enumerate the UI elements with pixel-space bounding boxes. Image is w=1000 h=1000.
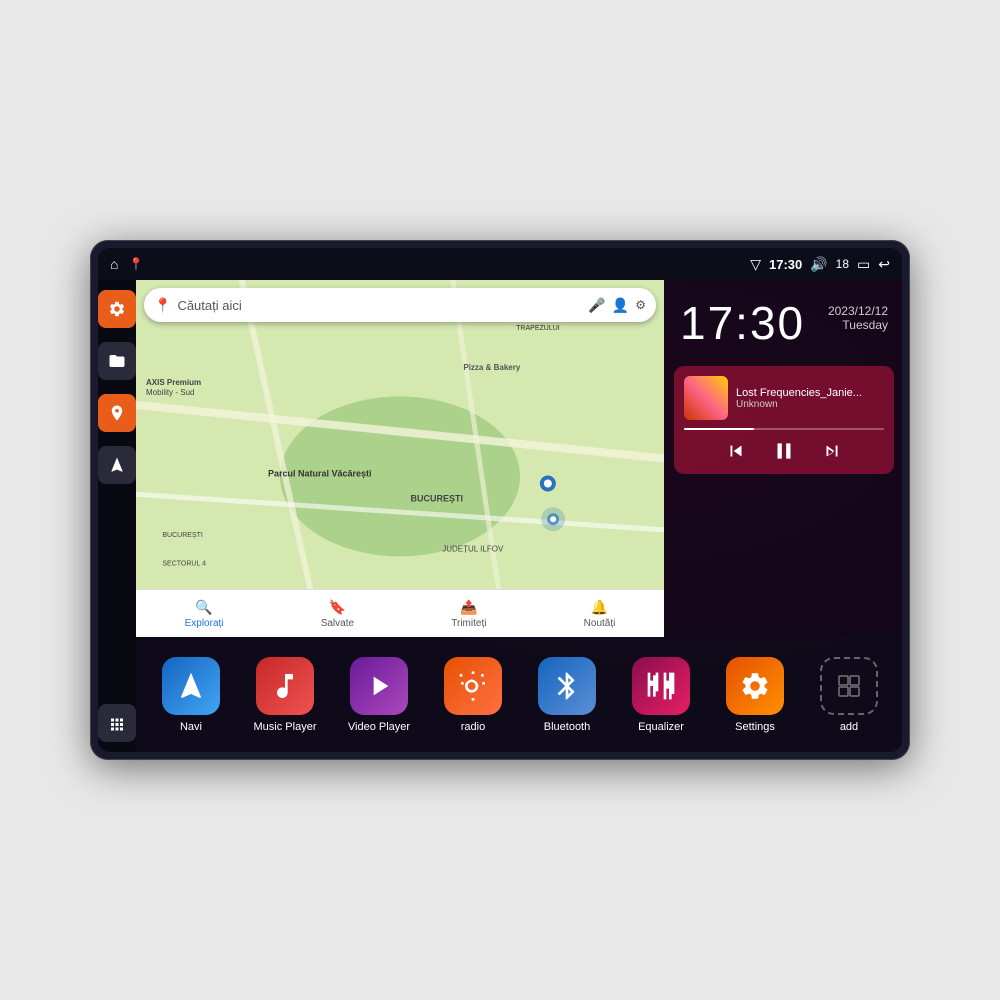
right-panel: 17:30 2023/12/12 Tuesday	[664, 280, 902, 637]
add-icon-img	[820, 657, 878, 715]
svg-text:BUCUREȘTI: BUCUREȘTI	[411, 493, 464, 503]
day-value: Tuesday	[828, 318, 888, 332]
equalizer-label: Equalizer	[638, 721, 684, 733]
sidebar-settings-btn[interactable]	[98, 290, 136, 328]
navi-icon-img	[162, 657, 220, 715]
app-radio[interactable]: radio	[428, 657, 518, 733]
volume-icon: 🔊	[810, 256, 827, 273]
news-icon: 🔔	[591, 599, 608, 616]
clock-area: 17:30 2023/12/12 Tuesday	[664, 280, 902, 366]
clock-time: 17:30	[680, 296, 805, 350]
news-label: Noutăți	[584, 618, 616, 629]
svg-text:BUCUREȘTI: BUCUREȘTI	[162, 532, 203, 539]
svg-text:JUDEȚUL ILFOV: JUDEȚUL ILFOV	[442, 544, 504, 553]
map-panel[interactable]: AXIS Premium Mobility - Sud Pizza & Bake…	[136, 280, 664, 637]
battery-level: 18	[836, 257, 849, 271]
navi-label: Navi	[180, 721, 202, 733]
app-video-player[interactable]: Video Player	[334, 657, 424, 733]
saved-label: Salvate	[321, 618, 354, 629]
settings-icon-img	[726, 657, 784, 715]
search-placeholder: Căutați aici	[177, 298, 582, 313]
eq-icon-img	[632, 657, 690, 715]
radio-label: radio	[461, 721, 485, 733]
app-navi[interactable]: Navi	[146, 657, 236, 733]
app-add[interactable]: add	[804, 657, 894, 733]
music-progress-bar[interactable]	[684, 428, 884, 430]
wifi-icon: ▽	[750, 256, 761, 273]
device: ⌂ 📍 ▽ 17:30 🔊 18 ▭ ↩	[90, 240, 910, 760]
bt-icon-img	[538, 657, 596, 715]
music-artist: Unknown	[736, 399, 884, 410]
explore-label: Explorați	[185, 618, 224, 629]
saved-icon: 🔖	[329, 599, 346, 616]
map-nav-send[interactable]: 📤 Trimiteți	[451, 599, 486, 629]
music-track-row: Lost Frequencies_Janie... Unknown	[684, 376, 884, 420]
clock-date: 2023/12/12 Tuesday	[828, 296, 888, 332]
next-button[interactable]	[821, 440, 843, 462]
status-right: ▽ 17:30 🔊 18 ▭ ↩	[750, 256, 890, 273]
app-music-player[interactable]: Music Player	[240, 657, 330, 733]
status-time: 17:30	[769, 257, 802, 272]
app-settings[interactable]: Settings	[710, 657, 800, 733]
google-maps-pin-icon: 📍	[154, 297, 171, 314]
album-art-image	[684, 376, 728, 420]
main-content: AXIS Premium Mobility - Sud Pizza & Bake…	[98, 280, 902, 752]
bluetooth-label: Bluetooth	[544, 721, 590, 733]
map-nav-saved[interactable]: 🔖 Salvate	[321, 599, 354, 629]
center-area: AXIS Premium Mobility - Sud Pizza & Bake…	[136, 280, 902, 752]
add-label: add	[840, 721, 858, 733]
svg-text:AXIS Premium: AXIS Premium	[146, 378, 201, 387]
sidebar-nav-btn[interactable]	[98, 446, 136, 484]
svg-text:SECTORUL 4: SECTORUL 4	[162, 561, 206, 568]
map-nav-news[interactable]: 🔔 Noutăți	[584, 599, 616, 629]
music-title: Lost Frequencies_Janie...	[736, 387, 884, 399]
map-bottom-bar: 🔍 Explorați 🔖 Salvate 📤 Trimiteți	[136, 589, 664, 637]
status-left: ⌂ 📍	[110, 256, 143, 272]
video-icon-img	[350, 657, 408, 715]
svg-text:Pizza & Bakery: Pizza & Bakery	[463, 363, 520, 372]
explore-icon: 🔍	[195, 599, 212, 616]
music-player-label: Music Player	[254, 721, 317, 733]
screen: ⌂ 📍 ▽ 17:30 🔊 18 ▭ ↩	[98, 248, 902, 752]
music-icon-img	[256, 657, 314, 715]
svg-text:Parcul Natural Văcărești: Parcul Natural Văcărești	[268, 468, 372, 478]
settings-map-icon[interactable]: ⚙	[635, 298, 646, 312]
album-art	[684, 376, 728, 420]
music-controls	[684, 438, 884, 464]
svg-text:Mobility - Sud: Mobility - Sud	[146, 388, 194, 397]
music-info: Lost Frequencies_Janie... Unknown	[736, 387, 884, 410]
date-value: 2023/12/12	[828, 304, 888, 318]
settings-label: Settings	[735, 721, 775, 733]
video-player-label: Video Player	[348, 721, 410, 733]
mic-icon[interactable]: 🎤	[588, 297, 605, 314]
music-progress-fill	[684, 428, 754, 430]
sidebar	[98, 280, 136, 752]
back-icon[interactable]: ↩	[878, 256, 890, 273]
top-panels: AXIS Premium Mobility - Sud Pizza & Bake…	[136, 280, 902, 637]
send-label: Trimiteți	[451, 618, 486, 629]
sidebar-grid-btn[interactable]	[98, 704, 136, 742]
status-bar: ⌂ 📍 ▽ 17:30 🔊 18 ▭ ↩	[98, 248, 902, 280]
account-icon[interactable]: 👤	[612, 297, 629, 314]
music-widget: Lost Frequencies_Janie... Unknown	[674, 366, 894, 474]
sidebar-map-btn[interactable]	[98, 394, 136, 432]
map-nav-explore[interactable]: 🔍 Explorați	[185, 599, 224, 629]
app-grid-bar: Navi Music Player	[136, 637, 902, 752]
send-icon: 📤	[460, 599, 477, 616]
map-search-bar[interactable]: 📍 Căutați aici 🎤 👤 ⚙	[144, 288, 656, 322]
sidebar-files-btn[interactable]	[98, 342, 136, 380]
battery-icon: ▭	[857, 256, 870, 273]
maps-status-icon[interactable]: 📍	[128, 257, 143, 271]
home-icon[interactable]: ⌂	[110, 256, 118, 272]
app-bluetooth[interactable]: Bluetooth	[522, 657, 612, 733]
radio-icon-img	[444, 657, 502, 715]
svg-text:TRAPEZULUI: TRAPEZULUI	[516, 325, 560, 332]
pause-button[interactable]	[771, 438, 797, 464]
prev-button[interactable]	[725, 440, 747, 462]
app-equalizer[interactable]: Equalizer	[616, 657, 706, 733]
